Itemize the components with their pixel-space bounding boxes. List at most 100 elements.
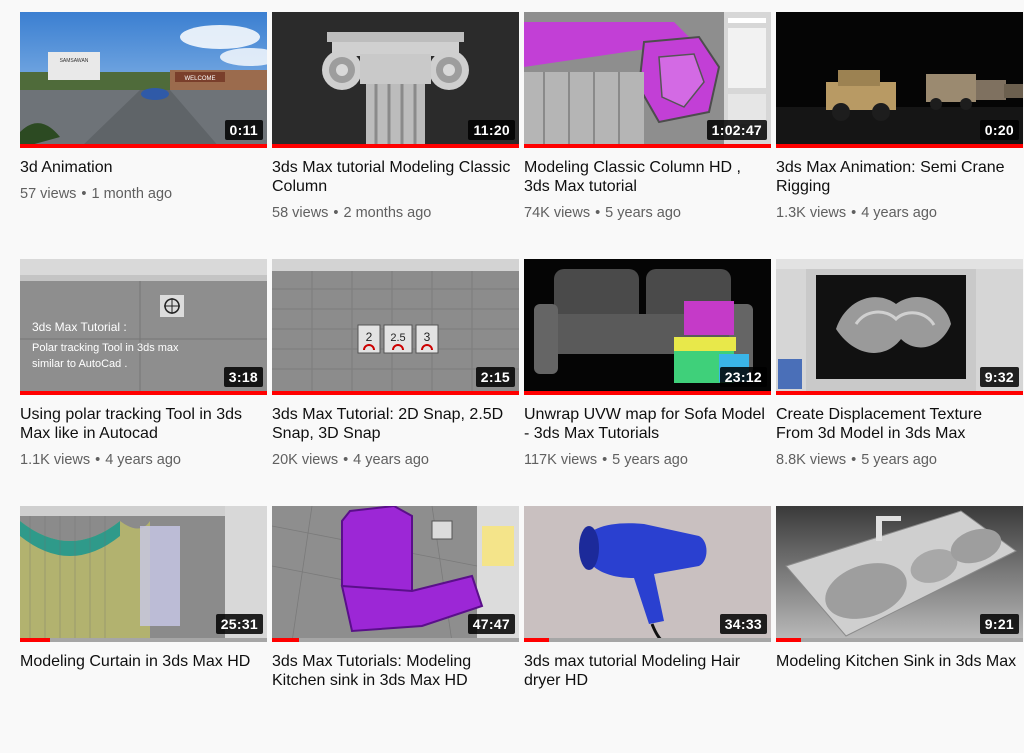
snap-label-2d: 2 — [366, 330, 373, 344]
watch-progress-fill — [20, 391, 267, 395]
watch-progress-bar — [776, 638, 1023, 642]
watch-progress-fill — [524, 144, 771, 148]
upload-age: 4 years ago — [105, 452, 181, 468]
separator-dot: • — [851, 452, 857, 468]
view-count: 1.3K views — [776, 205, 847, 221]
video-thumbnail[interactable]: 34:33 — [524, 506, 771, 642]
video-title[interactable]: 3ds Max Tutorial: 2D Snap, 2.5D Snap, 3D… — [272, 405, 519, 443]
video-stats: 1.1K views • 4 years ago — [20, 452, 267, 468]
video-card[interactable]: 3ds Max Tutorial : Polar tracking Tool i… — [20, 259, 267, 506]
snap-label-3d: 3 — [424, 330, 431, 344]
video-card[interactable]: 23:12 Unwrap UVW map for Sofa Model - 3d… — [524, 259, 771, 506]
watch-progress-fill — [524, 638, 549, 642]
video-thumbnail[interactable]: 9:21 — [776, 506, 1023, 642]
upload-age: 5 years ago — [861, 452, 937, 468]
watch-progress-fill — [524, 391, 771, 395]
separator-dot: • — [95, 452, 101, 468]
video-card[interactable]: 25:31 Modeling Curtain in 3ds Max HD — [20, 506, 267, 753]
video-title[interactable]: Modeling Kitchen Sink in 3ds Max — [776, 652, 1023, 671]
video-thumbnail[interactable]: 47:47 — [272, 506, 519, 642]
separator-dot: • — [333, 205, 339, 221]
video-card[interactable]: WELCOME SAMSAWAN 0:11 3d Animation 57 vi… — [20, 12, 267, 259]
upload-age: 1 month ago — [91, 186, 173, 202]
video-title[interactable]: Modeling Classic Column HD , 3ds Max tut… — [524, 158, 771, 196]
video-title[interactable]: 3d Animation — [20, 158, 267, 177]
video-duration: 2:15 — [475, 367, 515, 387]
entrance-sign-text: SAMSAWAN — [60, 58, 89, 64]
view-count: 74K views — [524, 205, 591, 221]
video-duration: 47:47 — [467, 614, 515, 634]
video-thumbnail[interactable]: 11:20 — [272, 12, 519, 148]
video-title[interactable]: Create Displacement Texture From 3d Mode… — [776, 405, 1023, 443]
video-duration: 34:33 — [719, 614, 767, 634]
video-duration: 9:21 — [979, 614, 1019, 634]
tutorial-heading-text: 3ds Max Tutorial : — [32, 320, 127, 334]
video-card[interactable]: 0:20 3ds Max Animation: Semi Crane Riggi… — [776, 12, 1023, 259]
separator-dot: • — [595, 205, 601, 221]
watch-progress-bar — [20, 391, 267, 395]
video-title[interactable]: 3ds max tutorial Modeling Hair dryer HD — [524, 652, 771, 690]
video-thumbnail[interactable]: 2 2.5 3 2:15 — [272, 259, 519, 395]
watch-progress-bar — [272, 391, 519, 395]
video-title[interactable]: 3ds Max Tutorials: Modeling Kitchen sink… — [272, 652, 519, 690]
video-stats: 57 views • 1 month ago — [20, 186, 267, 202]
video-title[interactable]: Using polar tracking Tool in 3ds Max lik… — [20, 405, 267, 443]
video-card[interactable]: 9:32 Create Displacement Texture From 3d… — [776, 259, 1023, 506]
video-title[interactable]: Unwrap UVW map for Sofa Model - 3ds Max … — [524, 405, 771, 443]
video-thumbnail[interactable]: 9:32 — [776, 259, 1023, 395]
video-duration: 11:20 — [468, 120, 515, 140]
video-thumbnail[interactable]: 23:12 — [524, 259, 771, 395]
video-thumbnail[interactable]: 1:02:47 — [524, 12, 771, 148]
video-duration: 3:18 — [223, 367, 263, 387]
snap-label-25d: 2.5 — [390, 332, 405, 344]
video-thumbnail[interactable]: 0:20 — [776, 12, 1023, 148]
separator-dot: • — [81, 186, 87, 202]
watch-progress-fill — [776, 144, 1023, 148]
video-duration: 0:20 — [979, 120, 1019, 140]
tutorial-line-1-text: Polar tracking Tool in 3ds max — [32, 342, 179, 354]
view-count: 57 views — [20, 186, 77, 202]
video-thumbnail[interactable]: 25:31 — [20, 506, 267, 642]
upload-age: 2 months ago — [343, 205, 432, 221]
watch-progress-fill — [272, 638, 300, 642]
video-stats: 58 views • 2 months ago — [272, 205, 519, 221]
video-card[interactable]: 11:20 3ds Max tutorial Modeling Classic … — [272, 12, 519, 259]
view-count: 117K views — [524, 452, 598, 468]
watch-progress-bar — [272, 638, 519, 642]
video-card[interactable]: 1:02:47 Modeling Classic Column HD , 3ds… — [524, 12, 771, 259]
video-stats: 20K views • 4 years ago — [272, 452, 519, 468]
watch-progress-fill — [272, 391, 519, 395]
view-count: 20K views — [272, 452, 339, 468]
separator-dot: • — [343, 452, 349, 468]
separator-dot: • — [602, 452, 608, 468]
watch-progress-fill — [20, 144, 267, 148]
video-duration: 9:32 — [979, 367, 1019, 387]
video-card[interactable]: 2 2.5 3 2:15 3ds Max Tutorial: 2D Snap, … — [272, 259, 519, 506]
video-duration: 25:31 — [215, 614, 263, 634]
watch-progress-bar — [272, 144, 519, 148]
video-title[interactable]: 3ds Max Animation: Semi Crane Rigging — [776, 158, 1023, 196]
video-card[interactable]: 9:21 Modeling Kitchen Sink in 3ds Max — [776, 506, 1023, 753]
video-card[interactable]: 47:47 3ds Max Tutorials: Modeling Kitche… — [272, 506, 519, 753]
video-duration: 1:02:47 — [706, 120, 767, 140]
upload-age: 5 years ago — [612, 452, 688, 468]
watch-progress-bar — [524, 638, 771, 642]
video-title[interactable]: 3ds Max tutorial Modeling Classic Column — [272, 158, 519, 196]
video-stats: 1.3K views • 4 years ago — [776, 205, 1023, 221]
video-card[interactable]: 34:33 3ds max tutorial Modeling Hair dry… — [524, 506, 771, 753]
watch-progress-fill — [272, 144, 519, 148]
watch-progress-bar — [20, 144, 267, 148]
view-count: 58 views — [272, 205, 329, 221]
watch-progress-fill — [776, 638, 801, 642]
watch-progress-bar — [524, 144, 771, 148]
separator-dot: • — [851, 205, 857, 221]
upload-age: 4 years ago — [861, 205, 937, 221]
video-stats: 8.8K views • 5 years ago — [776, 452, 1023, 468]
video-thumbnail[interactable]: 3ds Max Tutorial : Polar tracking Tool i… — [20, 259, 267, 395]
video-thumbnail[interactable]: WELCOME SAMSAWAN 0:11 — [20, 12, 267, 148]
view-count: 8.8K views — [776, 452, 847, 468]
video-title[interactable]: Modeling Curtain in 3ds Max HD — [20, 652, 267, 671]
upload-age: 5 years ago — [605, 205, 681, 221]
welcome-sign-text: WELCOME — [184, 76, 215, 82]
video-stats: 74K views • 5 years ago — [524, 205, 771, 221]
